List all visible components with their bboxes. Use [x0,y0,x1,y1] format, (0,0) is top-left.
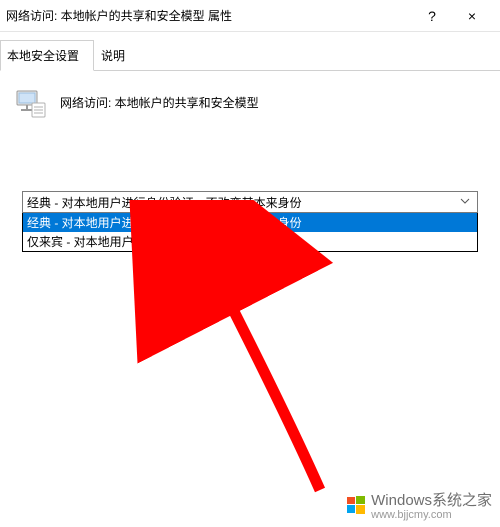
policy-header: 网络访问: 本地帐户的共享和安全模型 [8,85,492,119]
watermark-url: www.bjjcmy.com [371,509,492,521]
dropdown-select[interactable]: 经典 - 对本地用户进行身份验证，不改变其本来身份 [22,191,478,213]
dropdown-value: 经典 - 对本地用户进行身份验证，不改变其本来身份 [27,194,457,211]
dropdown-option-classic[interactable]: 经典 - 对本地用户进行身份验证，不改变其本来身份 [23,213,477,232]
windows-logo-icon [347,496,365,514]
window-title: 网络访问: 本地帐户的共享和安全模型 属性 [4,7,412,24]
dropdown-option-guest[interactable]: 仅来宾 - 对本地用户进行身份验证，其身份为来宾 [23,232,477,251]
dropdown-list: 经典 - 对本地用户进行身份验证，不改变其本来身份 仅来宾 - 对本地用户进行身… [22,212,478,252]
watermark-brand: Windows系统之家 [371,489,492,510]
policy-icon [14,85,48,119]
close-button[interactable]: × [452,8,492,24]
tabs-bar: 本地安全设置 说明 [0,32,500,71]
tab-local-security[interactable]: 本地安全设置 [0,40,94,71]
dropdown-area: 经典 - 对本地用户进行身份验证，不改变其本来身份 经典 - 对本地用户进行身份… [22,191,478,252]
titlebar: 网络访问: 本地帐户的共享和安全模型 属性 ? × [0,0,500,32]
tab-explain[interactable]: 说明 [94,40,140,71]
watermark: Windows系统之家 www.bjjcmy.com [347,489,492,521]
help-button[interactable]: ? [412,8,452,24]
watermark-text-block: Windows系统之家 www.bjjcmy.com [371,489,492,521]
chevron-down-icon [457,195,473,209]
policy-title: 网络访问: 本地帐户的共享和安全模型 [60,94,259,111]
dialog-content: 网络访问: 本地帐户的共享和安全模型 经典 - 对本地用户进行身份验证，不改变其… [0,71,500,266]
